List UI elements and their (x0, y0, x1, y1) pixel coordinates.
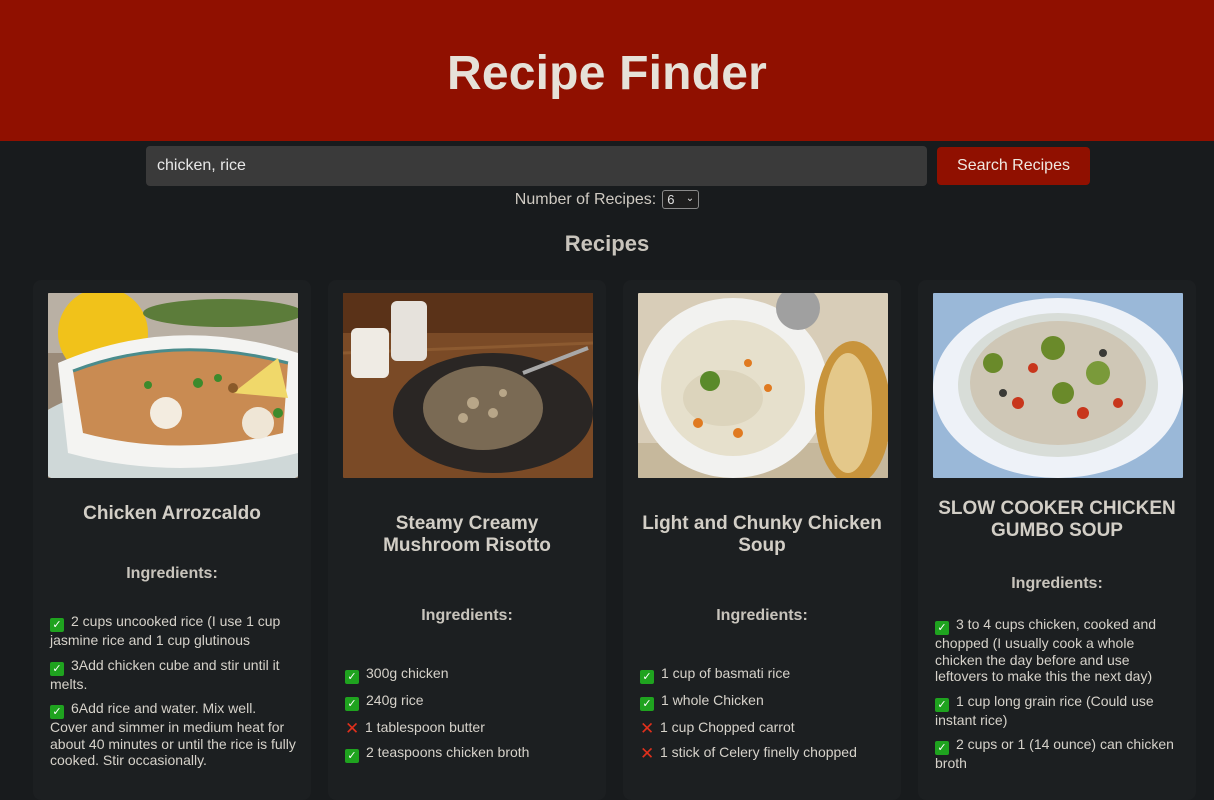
list-item: ✓ 3Add chicken cube and stir until it mel… (50, 656, 280, 692)
check-icon: ✓ (50, 705, 64, 719)
check-icon: ✓ (935, 697, 949, 712)
list-item: ✓ 1 cup of basmati rice (640, 665, 886, 684)
ingredients-heading: Ingredients: (126, 565, 218, 582)
list-item: ✓ 3 to 4 cups chicken, cooked and chopped… (935, 616, 1157, 684)
list-item: ✓ 2 cups uncooked rice (I use 1 cup jasmi… (50, 613, 281, 648)
recipe-title[interactable]: SLOW COOKER CHICKEN GUMBO SOUP (933, 498, 1181, 542)
ingredients-list: ✓ 2 cups uncooked rice (I use 1 cup jasmi… (48, 613, 296, 769)
cross-icon: ✕ (640, 744, 655, 763)
recipe-count-control: Number of Recipes: 6 ⌄ (0, 190, 1214, 209)
list-item: ✕ 1 stick of Celery finelly chopped (640, 744, 857, 763)
ingredients-heading: Ingredients: (716, 607, 808, 624)
ingredients-search-input[interactable] (146, 146, 927, 186)
chevron-down-icon: ⌄ (685, 193, 695, 204)
recipe-grid: Chicken Arrozcaldo Ingredients: ✓ 2 cups … (33, 280, 1196, 800)
page-title: Recipe Finder (446, 47, 767, 100)
list-item: ✓ 2 cups or 1 (14 ounce) can chicken brot… (935, 736, 1174, 771)
list-item: ✓ 1 cup long grain rice (Could use instan… (935, 692, 1154, 728)
ingredients-list: ✓ 3 to 4 cups chicken, cooked and chopped… (933, 616, 1181, 772)
recipes-heading: Recipes (564, 231, 650, 256)
check-icon: ✓ (50, 618, 64, 632)
cross-icon: ✕ (345, 719, 360, 738)
recipe-image (933, 293, 1183, 478)
recipe-count-select[interactable]: 6 ⌄ (662, 190, 700, 209)
check-icon: ✓ (935, 741, 949, 755)
recipe-title[interactable]: Light and Chunky Chicken Soup (638, 513, 886, 557)
check-icon: ✓ (345, 697, 359, 711)
recipe-card[interactable]: Light and Chunky Chicken Soup Ingredient… (623, 280, 901, 800)
list-item: ✓ 2 teaspoons chicken broth (345, 744, 591, 763)
list-item: ✕ 1 tablespoon butter (345, 719, 485, 738)
recipe-card[interactable]: Chicken Arrozcaldo Ingredients: ✓ 2 cups … (33, 280, 311, 800)
recipe-title[interactable]: Chicken Arrozcaldo (48, 503, 296, 525)
list-item: ✓ 1 whole Chicken (640, 692, 886, 711)
list-item: ✕ 1 cup Chopped carrot (640, 719, 795, 738)
ingredients-heading: Ingredients: (421, 607, 513, 624)
cross-icon: ✕ (640, 719, 655, 738)
check-icon: ✓ (640, 670, 654, 684)
recipe-count-value: 6 (667, 192, 675, 207)
recipe-card[interactable]: Steamy Creamy Mushroom Risotto Ingredien… (328, 280, 606, 800)
check-icon: ✓ (640, 697, 654, 711)
check-icon: ✓ (345, 670, 359, 684)
list-item: ✓ 6Add rice and water. Mix well. Cover an… (50, 700, 296, 768)
list-item: ✓ 240g rice (345, 692, 591, 711)
recipe-image (48, 293, 298, 478)
recipe-image (343, 293, 593, 478)
ingredients-list: ✓ 300g chicken ✓ 240g rice ✕ 1 tablespoon b… (343, 665, 591, 763)
search-bar: Search Recipes (146, 146, 1090, 186)
ingredients-heading: Ingredients: (1011, 575, 1103, 592)
check-icon: ✓ (50, 661, 64, 676)
recipe-image (638, 293, 888, 478)
search-recipes-button[interactable]: Search Recipes (937, 147, 1090, 185)
recipe-title[interactable]: Steamy Creamy Mushroom Risotto (343, 513, 591, 557)
ingredients-list: ✓ 1 cup of basmati rice ✓ 1 whole Chicken … (638, 665, 886, 763)
list-item: ✓ 300g chicken (345, 665, 591, 684)
check-icon: ✓ (935, 621, 949, 635)
recipe-card[interactable]: SLOW COOKER CHICKEN GUMBO SOUP Ingredien… (918, 280, 1196, 800)
check-icon: ✓ (345, 749, 359, 763)
recipe-count-label: Number of Recipes: (514, 190, 657, 208)
app-header: Recipe Finder (0, 0, 1214, 141)
